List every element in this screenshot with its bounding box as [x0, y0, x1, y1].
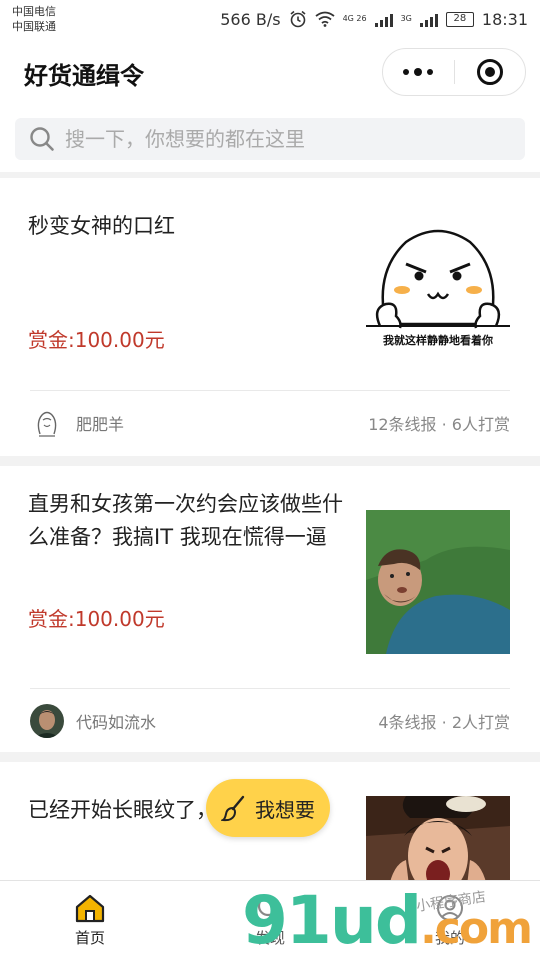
post-title: 秒变女神的口红: [28, 214, 175, 238]
author-avatar: [30, 703, 64, 738]
signal-icon-2: [419, 11, 438, 27]
post-stats: 4条线报 · 2人打赏: [378, 712, 510, 732]
close-button[interactable]: [455, 49, 526, 95]
mini-program-capsule: [382, 48, 526, 96]
battery-icon: 28: [445, 11, 474, 27]
photo-avatar-image: [30, 703, 64, 738]
carrier-1: 中国电信: [12, 5, 56, 18]
page-title: 好货通缉令: [24, 62, 144, 90]
wifi-icon: [315, 11, 335, 27]
search-bar: [0, 110, 540, 172]
author-name: 代码如流水: [76, 712, 157, 732]
author-avatar: [30, 405, 64, 440]
network-type-1: 4G 26: [342, 14, 367, 23]
post-card[interactable]: 直男和女孩第一次约会应该做些什么准备？我搞IT 我现在慌得一逼 赏金:100.0…: [0, 466, 540, 752]
post-author[interactable]: 代码如流水: [30, 703, 157, 738]
man-on-grass-image: [366, 510, 510, 654]
network-speed: 566 B/s: [220, 9, 281, 29]
status-icons: 566 B/s 4G 26 3G 28 18:31: [220, 8, 528, 30]
clock: 18:31: [481, 9, 528, 29]
alarm-icon: [290, 10, 306, 28]
home-icon: [75, 894, 105, 923]
post-title: 直男和女孩第一次约会应该做些什么准备？我搞IT 我现在慌得一逼: [28, 492, 343, 549]
status-bar: 中国电信 中国联通 566 B/s 4G 26 3G 28 18:31: [0, 0, 540, 38]
post-stats: 12条线报 · 6人打赏: [368, 414, 510, 434]
post-reward: 赏金:100.00元: [28, 607, 165, 631]
phone-screen: 中国电信 中国联通 566 B/s 4G 26 3G 28 18:31 好货通缉…: [0, 0, 540, 960]
target-icon: [476, 59, 503, 85]
post-footer: 肥肥羊 12条线报 · 6人打赏: [30, 390, 510, 454]
more-dot-icon: [427, 69, 434, 75]
more-dot-icon: [403, 69, 410, 75]
search-input[interactable]: [65, 127, 485, 151]
want-button[interactable]: 我想要: [206, 779, 330, 837]
want-button-label: 我想要: [255, 797, 315, 822]
watermark-text: 91ud: [242, 882, 422, 959]
meme-caption: 我就这样静静地看着你: [383, 334, 493, 347]
tab-home-label: 首页: [74, 929, 105, 947]
search-icon: [30, 127, 54, 151]
search-box[interactable]: [15, 118, 525, 160]
post-footer: 代码如流水 4条线报 · 2人打赏: [30, 688, 510, 752]
tab-home[interactable]: 首页: [0, 881, 180, 960]
post-thumbnail[interactable]: [366, 510, 510, 654]
network-type-2: 3G: [400, 14, 412, 23]
post-reward: 赏金:100.00元: [28, 328, 165, 352]
post-thumbnail[interactable]: 我就这样静静地看着你: [366, 212, 510, 356]
post-author[interactable]: 肥肥羊: [30, 405, 125, 440]
watermark: 91ud.com: [242, 888, 533, 960]
carrier-info: 中国电信 中国联通: [12, 4, 56, 34]
sketch-avatar-image: [30, 405, 64, 440]
more-dot-icon: [414, 68, 423, 76]
author-name: 肥肥羊: [76, 414, 125, 434]
brush-icon: [221, 795, 245, 822]
title-bar: 好货通缉令: [0, 38, 540, 110]
carrier-2: 中国联通: [12, 20, 56, 33]
post-card[interactable]: 秒变女神的口红 赏金:100.00元 我就这样静静地看着你 肥肥羊 12条线报 …: [0, 178, 540, 456]
signal-icon: [374, 11, 393, 27]
more-button[interactable]: [383, 49, 454, 95]
